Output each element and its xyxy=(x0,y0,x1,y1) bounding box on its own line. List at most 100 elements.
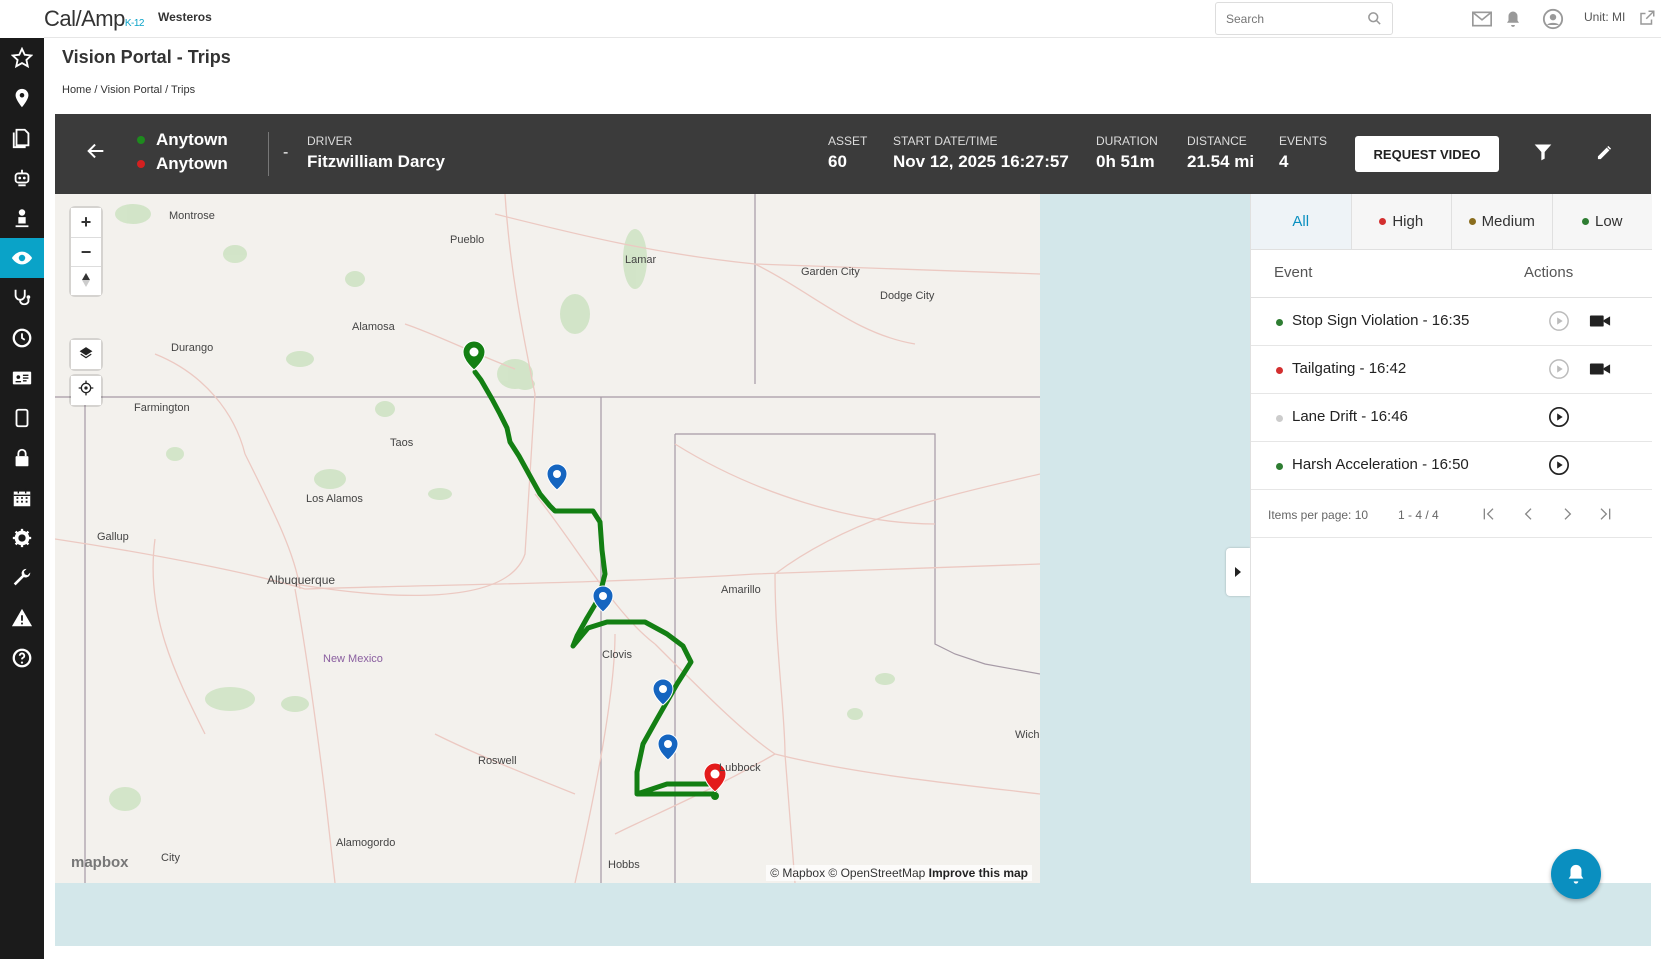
separator: - xyxy=(283,144,289,161)
tab-label: High xyxy=(1392,213,1424,230)
nav-vision[interactable] xyxy=(0,238,44,278)
zoom-out-button[interactable]: − xyxy=(71,237,101,266)
edit-icon[interactable] xyxy=(1595,142,1615,162)
col-event: Event xyxy=(1274,264,1313,281)
improve-map-link[interactable]: Improve this map xyxy=(929,866,1028,880)
panel-toggle[interactable] xyxy=(1226,548,1250,596)
user-icon[interactable] xyxy=(1542,8,1564,30)
map-label: Roswell xyxy=(478,755,517,767)
trip-destination: Anytown xyxy=(156,154,228,173)
back-arrow-icon[interactable] xyxy=(85,140,107,162)
logo-backdrop xyxy=(0,0,44,38)
map-label: Taos xyxy=(390,437,414,449)
layers-button[interactable] xyxy=(71,340,101,369)
video-camera-icon[interactable] xyxy=(1589,312,1611,330)
play-icon[interactable] xyxy=(1548,358,1570,380)
driver-label: DRIVER xyxy=(307,134,353,148)
nav-alerts[interactable] xyxy=(0,598,44,638)
map-label: Alamosa xyxy=(352,321,395,333)
map-label: Clovis xyxy=(602,649,632,661)
documents-icon xyxy=(12,128,30,149)
map-label: Pueblo xyxy=(450,234,485,246)
events-table-header: Event Actions xyxy=(1251,250,1652,298)
map-label: Hobbs xyxy=(608,859,640,871)
nav-tablet[interactable] xyxy=(0,398,44,438)
zoom-controls: + − xyxy=(71,208,101,295)
org-name[interactable]: Westeros xyxy=(158,10,212,24)
attribution-text[interactable]: © Mapbox © OpenStreetMap xyxy=(770,866,925,880)
bell-icon[interactable] xyxy=(1504,9,1522,29)
breadcrumb[interactable]: Home / Vision Portal / Trips xyxy=(62,84,195,96)
mail-icon[interactable] xyxy=(1472,11,1492,27)
video-camera-icon[interactable] xyxy=(1589,360,1611,378)
next-page-icon[interactable] xyxy=(1559,506,1575,522)
map-label: Durango xyxy=(171,342,214,354)
severity-dot xyxy=(1468,218,1476,225)
tab-low[interactable]: Low xyxy=(1553,194,1653,249)
severity-dot xyxy=(1276,367,1283,374)
nav-calendar[interactable] xyxy=(0,478,44,518)
event-row[interactable]: Harsh Acceleration - 16:50 xyxy=(1251,442,1652,490)
tab-medium[interactable]: Medium xyxy=(1452,194,1553,249)
page-title: Vision Portal - Trips xyxy=(62,47,231,67)
first-page-icon[interactable] xyxy=(1481,506,1497,522)
nav-history[interactable] xyxy=(0,318,44,358)
zoom-in-button[interactable]: + xyxy=(71,208,101,237)
request-video-button[interactable]: REQUEST VIDEO xyxy=(1355,136,1499,172)
play-icon[interactable] xyxy=(1548,310,1570,332)
filter-icon[interactable] xyxy=(1533,142,1553,162)
compass-button[interactable] xyxy=(71,266,101,295)
page-range: 1 - 4 / 4 xyxy=(1398,508,1439,522)
compass-icon xyxy=(82,272,90,287)
tab-all[interactable]: All xyxy=(1251,194,1352,249)
notifications-fab[interactable] xyxy=(1551,849,1601,899)
unit-label[interactable]: Unit: MI xyxy=(1584,10,1625,24)
mapbox-logo[interactable]: mapbox xyxy=(71,854,129,871)
locate-control xyxy=(71,376,101,405)
event-row[interactable]: Stop Sign Violation - 16:35 xyxy=(1251,298,1652,346)
map-attribution: © Mapbox © OpenStreetMap Improve this ma… xyxy=(766,865,1032,881)
trip-map[interactable]: Montrose Pueblo Lamar Garden City Dodge … xyxy=(55,194,1040,883)
severity-dot xyxy=(1276,319,1283,326)
warning-icon xyxy=(11,608,33,627)
locate-button[interactable] xyxy=(71,376,101,405)
origin-dot xyxy=(137,136,145,144)
search-icon[interactable] xyxy=(1367,11,1382,26)
calendar-icon xyxy=(13,488,31,507)
map-label: Los Alamos xyxy=(306,493,363,505)
nav-security[interactable] xyxy=(0,438,44,478)
search-box xyxy=(1215,2,1393,35)
nav-help[interactable] xyxy=(0,638,44,678)
external-link-icon[interactable] xyxy=(1638,9,1656,27)
items-per-page[interactable]: Items per page: 10 xyxy=(1268,508,1368,522)
last-page-icon[interactable] xyxy=(1597,506,1613,522)
event-row[interactable]: Lane Drift - 16:46 xyxy=(1251,394,1652,442)
layers-control xyxy=(71,340,101,369)
tab-high[interactable]: High xyxy=(1352,194,1452,249)
crosshair-icon xyxy=(78,380,94,396)
event-row[interactable]: Tailgating - 16:42 xyxy=(1251,346,1652,394)
search-input[interactable] xyxy=(1216,3,1356,34)
play-icon[interactable] xyxy=(1548,454,1570,476)
start-label: START DATE/TIME xyxy=(893,134,998,148)
nav-person[interactable] xyxy=(0,198,44,238)
app-logo[interactable]: Cal/AmpK-12 xyxy=(44,6,144,32)
severity-tabs: All High Medium Low xyxy=(1251,194,1652,250)
map-label: Montrose xyxy=(169,210,215,222)
nav-health[interactable] xyxy=(0,278,44,318)
nav-documents[interactable] xyxy=(0,118,44,158)
nav-settings[interactable] xyxy=(0,518,44,558)
robot-icon xyxy=(14,169,30,187)
play-icon[interactable] xyxy=(1548,406,1570,428)
nav-favorites[interactable] xyxy=(0,38,44,78)
gear-icon xyxy=(12,528,32,548)
prev-page-icon[interactable] xyxy=(1521,506,1537,522)
severity-dot xyxy=(1276,463,1283,470)
distance-label: DISTANCE xyxy=(1187,134,1247,148)
nav-tools[interactable] xyxy=(0,558,44,598)
severity-dot xyxy=(1581,218,1589,225)
nav-id-card[interactable] xyxy=(0,358,44,398)
map-water-bottom xyxy=(55,883,1651,946)
nav-robot[interactable] xyxy=(0,158,44,198)
nav-locations[interactable] xyxy=(0,78,44,118)
